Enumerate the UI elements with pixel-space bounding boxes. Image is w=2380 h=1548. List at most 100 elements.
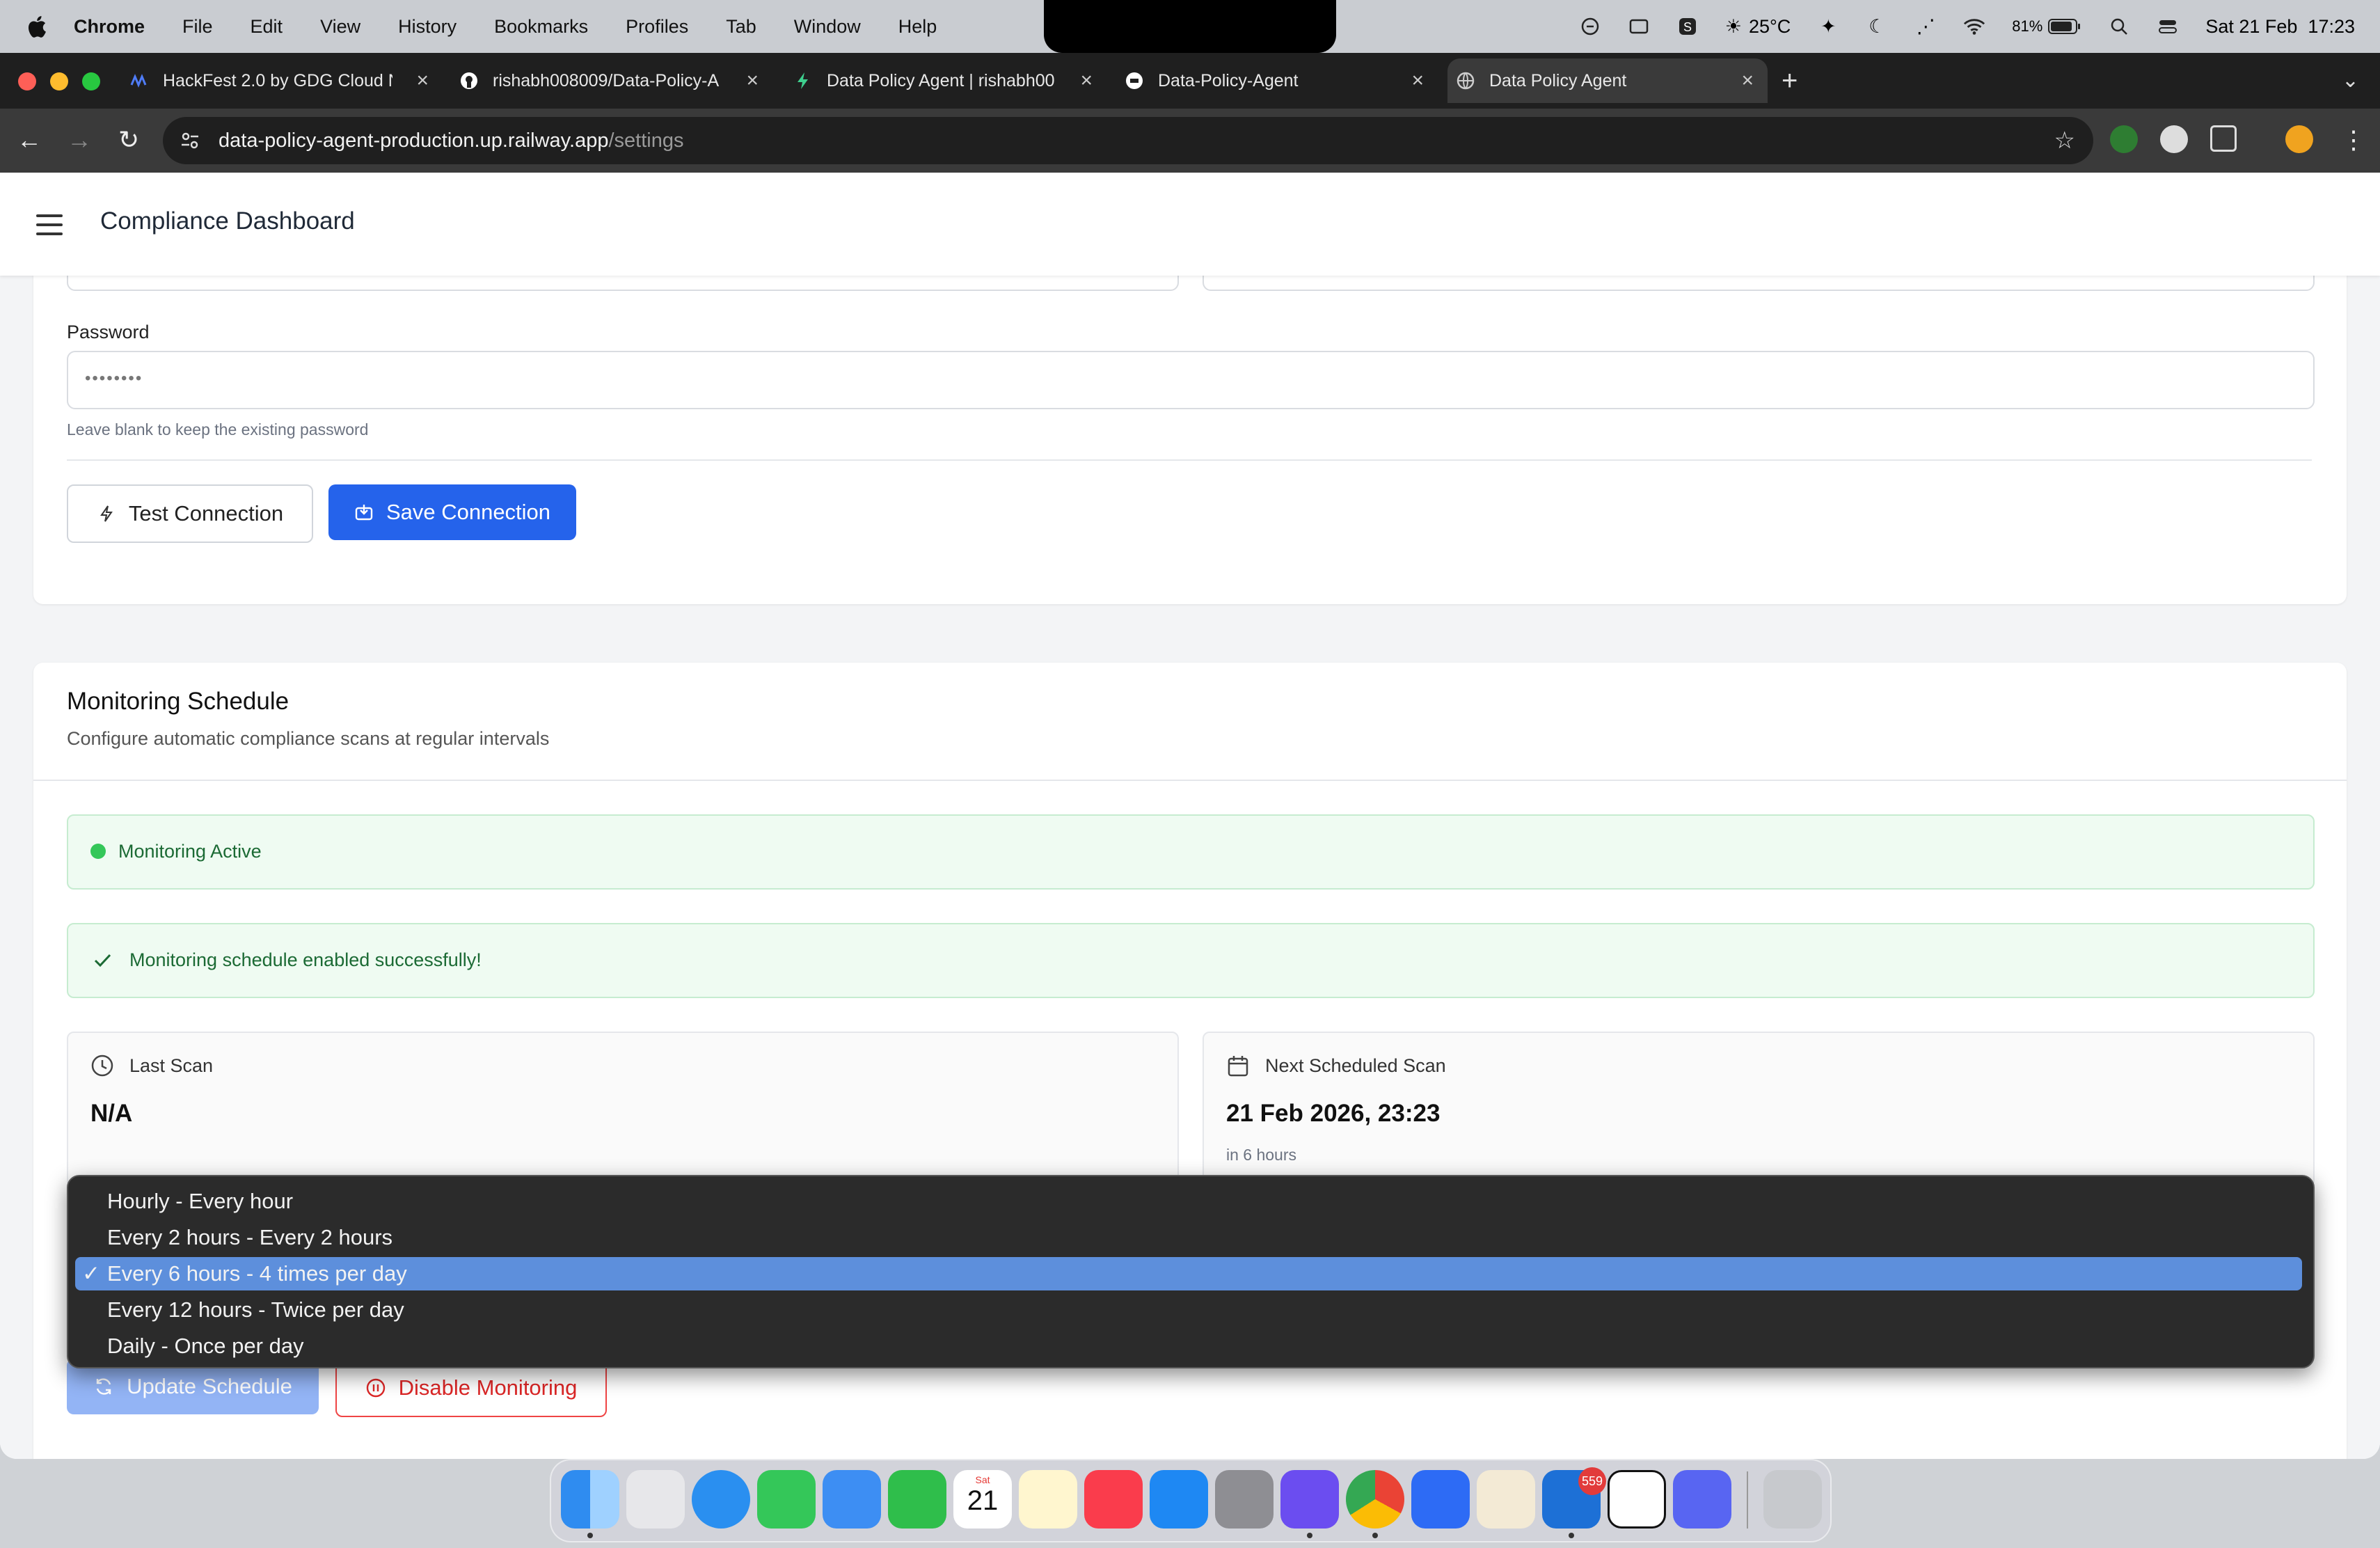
notes-icon[interactable] [1019,1470,1077,1529]
outlook-icon[interactable]: 559 [1542,1467,1606,1529]
macos-dock: Sat 21 559 [550,1459,1832,1542]
tab-github-repo[interactable]: rishabh008009/Data-Policy-A × [459,58,759,103]
reload-icon[interactable]: ↻ [118,125,139,155]
menu-window[interactable]: Window [794,16,861,38]
profile-avatar[interactable] [2285,125,2313,153]
schedule-option-2-hours[interactable]: Every 2 hours - Every 2 hours [75,1221,2302,1254]
menu-profiles[interactable]: Profiles [626,16,688,38]
checkmark-icon [94,954,111,968]
facetime-icon[interactable] [888,1470,946,1529]
close-tab-icon[interactable]: × [1411,69,1424,93]
menu-tab[interactable]: Tab [726,16,756,38]
chrome-menu-icon[interactable]: ⋮ [2341,125,2366,155]
calendar-date: 21 [967,1485,999,1516]
tab-search-chevron-icon[interactable]: ⌄ [2342,68,2359,93]
screen-share-icon[interactable] [1628,15,1650,38]
schedule-option-daily[interactable]: Daily - Once per day [75,1329,2302,1363]
notion-icon[interactable] [1608,1470,1666,1529]
close-tab-icon[interactable]: × [746,69,759,93]
address-bar[interactable]: data-policy-agent-production.up.railway.… [163,117,2093,164]
hamburger-menu-icon[interactable] [36,214,63,242]
schedule-option-6-hours[interactable]: ✓ Every 6 hours - 4 times per day [75,1257,2302,1290]
schedule-option-hourly[interactable]: Hourly - Every hour [75,1185,2302,1218]
clock[interactable]: Sat 21 Feb 17:23 [2205,16,2355,38]
app-header: Compliance Dashboard [0,173,2380,276]
wifi-icon[interactable] [1963,15,1985,38]
pause-circle-icon [366,1378,385,1398]
mail-icon[interactable] [823,1470,881,1529]
close-tab-icon[interactable]: × [1080,69,1093,93]
control-center-icon[interactable] [2157,15,2179,38]
app-store-icon[interactable] [1150,1470,1208,1529]
refresh-icon [96,1378,111,1395]
trash-icon[interactable] [1763,1470,1822,1529]
back-arrow-icon[interactable]: ← [17,125,42,155]
chrome-icon[interactable] [1346,1470,1404,1529]
dots-icon[interactable]: ⋰ [1914,15,1937,38]
safari-icon[interactable] [692,1470,750,1529]
next-scan-label: Next Scheduled Scan [1265,1055,1446,1076]
system-settings-icon[interactable] [1215,1470,1274,1529]
new-tab-icon[interactable]: + [1782,65,1798,97]
ghost-app-icon[interactable] [1280,1470,1339,1529]
apple-logo-icon[interactable] [25,14,47,39]
battery-status[interactable]: 81% [2012,17,2081,35]
status-dot [90,844,106,859]
zoom-window-button[interactable] [82,72,100,90]
schedule-option-12-hours[interactable]: Every 12 hours - Twice per day [75,1293,2302,1327]
menu-bookmarks[interactable]: Bookmarks [494,16,588,38]
messages-icon[interactable] [757,1470,816,1529]
running-indicator [1569,1533,1574,1538]
close-tab-icon[interactable]: × [416,69,429,93]
globe-icon [1457,72,1475,90]
finder-icon[interactable] [561,1470,619,1529]
option-label: Every 2 hours - Every 2 hours [107,1225,393,1249]
calendar-icon[interactable]: Sat 21 [953,1470,1012,1529]
spotlight-search-icon[interactable] [2108,15,2130,38]
save-connection-button[interactable]: Save Connection [328,484,576,540]
tab-data-policy-agent-repo[interactable]: Data-Policy-Agent × [1125,58,1424,103]
extensions-puzzle-icon[interactable] [2210,125,2237,152]
disable-monitoring-label: Disable Monitoring [398,1375,578,1400]
menu-history[interactable]: History [398,16,457,38]
launchpad-icon[interactable] [626,1470,685,1529]
pear-app-icon[interactable] [1477,1470,1535,1529]
s-app-icon[interactable]: S [1676,15,1699,38]
discord-icon[interactable] [1673,1470,1731,1529]
close-tab-icon[interactable]: × [1741,69,1754,93]
sparkle-icon[interactable]: ✦ [1817,15,1839,38]
forward-arrow-icon[interactable]: → [67,125,92,155]
password-field[interactable]: •••••••• [67,351,2315,409]
tab-data-policy-agent-active[interactable]: Data Policy Agent × [1447,58,1768,103]
tab-hackfest[interactable]: HackFest 2.0 by GDG Cloud N × [129,58,429,103]
minimize-window-button[interactable] [50,72,68,90]
menu-help[interactable]: Help [898,16,937,38]
menu-view[interactable]: View [320,16,360,38]
moon-icon[interactable]: ☾ [1866,15,1888,38]
tab-railway[interactable]: Data Policy Agent | rishabh00 × [793,58,1093,103]
browser-toolbar: ← → ↻ data-policy-agent-production.up.ra… [0,109,2380,173]
menu-file[interactable]: File [182,16,213,38]
site-settings-icon[interactable] [180,130,200,151]
sun-icon: ☀ [1724,15,1742,37]
zoom-icon[interactable] [1411,1470,1470,1529]
music-icon[interactable] [1084,1470,1143,1529]
test-connection-button[interactable]: Test Connection [67,484,313,543]
next-scan-relative: in 6 hours [1226,1146,1297,1164]
weather-status[interactable]: ☀ 25°C [1725,16,1791,38]
dock-separator [1747,1471,1748,1529]
cloud-sync-icon[interactable] [1579,15,1601,38]
extension-cloud-icon[interactable] [2160,125,2188,153]
password-hint: Leave blank to keep the existing passwor… [67,420,369,439]
card-divider [33,780,2347,781]
password-label: Password [67,322,150,342]
monitoring-subtitle: Configure automatic compliance scans at … [67,728,550,749]
last-scan-label: Last Scan [129,1055,214,1076]
extension-android-icon[interactable] [2110,125,2138,153]
bookmark-star-icon[interactable]: ☆ [2054,127,2075,155]
menu-edit[interactable]: Edit [251,16,283,38]
menu-app-name[interactable]: Chrome [74,16,145,38]
close-window-button[interactable] [18,72,36,90]
update-schedule-label: Update Schedule [127,1374,292,1398]
option-label: Every 6 hours - 4 times per day [107,1261,407,1286]
